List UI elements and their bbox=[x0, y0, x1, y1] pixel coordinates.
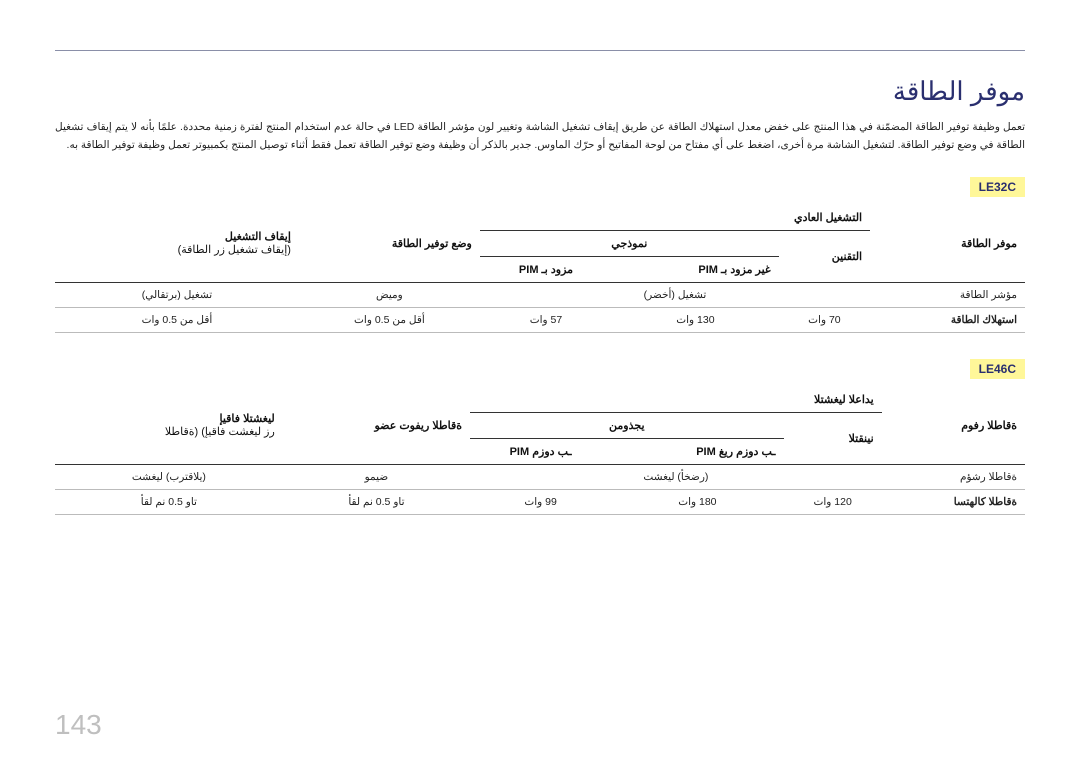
cell-label: مؤشر الطاقة bbox=[870, 282, 1025, 307]
col-save-mode: وضع توفير الطاقة bbox=[299, 205, 480, 283]
table-row: ةقاطلا كالهتسا 120 وات 180 وات 99 وات تا… bbox=[55, 489, 1025, 514]
col-power-off: ليغشتلا فاقيإ رز ليغشت فاقيإ) (ةقاطلا bbox=[55, 387, 283, 465]
cell: تاو 0.5 نم لقأ bbox=[283, 489, 470, 514]
col-power-off: إيقاف التشغيل (إيقاف تشغيل زر الطاقة) bbox=[55, 205, 299, 283]
cell: 130 وات bbox=[612, 307, 779, 332]
cell: 57 وات bbox=[480, 307, 612, 332]
model-badge-le46c: LE46C bbox=[970, 359, 1025, 379]
col-no-pim: ـب دوزم ريغ PIM bbox=[611, 438, 783, 464]
cell: تشغيل (أخضر) bbox=[480, 282, 870, 307]
cell: 180 وات bbox=[611, 489, 783, 514]
cell: 70 وات bbox=[779, 307, 870, 332]
cell: أقل من 0.5 وات bbox=[299, 307, 480, 332]
table-row: ةقاطلا رشؤم (رضخأ) ليغشت ضيمو (يلاقترب) … bbox=[55, 464, 1025, 489]
col-normal-op: التشغيل العادي bbox=[480, 205, 870, 231]
col-rated: نينقتلا bbox=[784, 412, 882, 464]
table-row: مؤشر الطاقة تشغيل (أخضر) وميض تشغيل (برت… bbox=[55, 282, 1025, 307]
model-badge-le32c: LE32C bbox=[970, 177, 1025, 197]
col-power-off-label: ليغشتلا فاقيإ bbox=[220, 413, 275, 425]
cell: أقل من 0.5 وات bbox=[55, 307, 299, 332]
cell-label: استهلاك الطاقة bbox=[870, 307, 1025, 332]
cell: ضيمو bbox=[283, 464, 470, 489]
col-no-pim: غير مزود بـ PIM bbox=[612, 256, 779, 282]
page-number: 143 bbox=[55, 709, 102, 741]
cell: تشغيل (برتقالي) bbox=[55, 282, 299, 307]
col-power-off-sub: رز ليغشت فاقيإ) (ةقاطلا bbox=[165, 426, 275, 438]
cell: تاو 0.5 نم لقأ bbox=[55, 489, 283, 514]
intro-paragraph: تعمل وظيفة توفير الطاقة المضمّنة في هذا … bbox=[55, 119, 1025, 155]
cell: 99 وات bbox=[470, 489, 611, 514]
col-save-mode: ةقاطلا ريفوت عضو bbox=[283, 387, 470, 465]
col-typical: نموذجي bbox=[480, 230, 779, 256]
top-divider bbox=[55, 50, 1025, 51]
cell: وميض bbox=[299, 282, 480, 307]
table-row: استهلاك الطاقة 70 وات 130 وات 57 وات أقل… bbox=[55, 307, 1025, 332]
cell: 120 وات bbox=[784, 489, 882, 514]
col-rated: التقنين bbox=[779, 230, 870, 282]
col-typical: يجذومن bbox=[470, 412, 783, 438]
col-power-off-sub: (إيقاف تشغيل زر الطاقة) bbox=[178, 244, 291, 256]
col-with-pim: ـب دوزم PIM bbox=[470, 438, 611, 464]
power-table-le46c: ةقاطلا رفوم يداعلا ليغشتلا ةقاطلا ريفوت … bbox=[55, 387, 1025, 515]
col-power-off-label: إيقاف التشغيل bbox=[225, 231, 291, 243]
cell: (رضخأ) ليغشت bbox=[470, 464, 882, 489]
power-table-le32c: موفر الطاقة التشغيل العادي وضع توفير الط… bbox=[55, 205, 1025, 333]
col-with-pim: مزود بـ PIM bbox=[480, 256, 612, 282]
cell-label: ةقاطلا كالهتسا bbox=[882, 489, 1025, 514]
page-title: موفر الطاقة bbox=[55, 76, 1025, 107]
col-power-saver: موفر الطاقة bbox=[870, 205, 1025, 283]
col-power-saver: ةقاطلا رفوم bbox=[882, 387, 1025, 465]
cell-label: ةقاطلا رشؤم bbox=[882, 464, 1025, 489]
col-normal-op: يداعلا ليغشتلا bbox=[470, 387, 882, 413]
cell: (يلاقترب) ليغشت bbox=[55, 464, 283, 489]
